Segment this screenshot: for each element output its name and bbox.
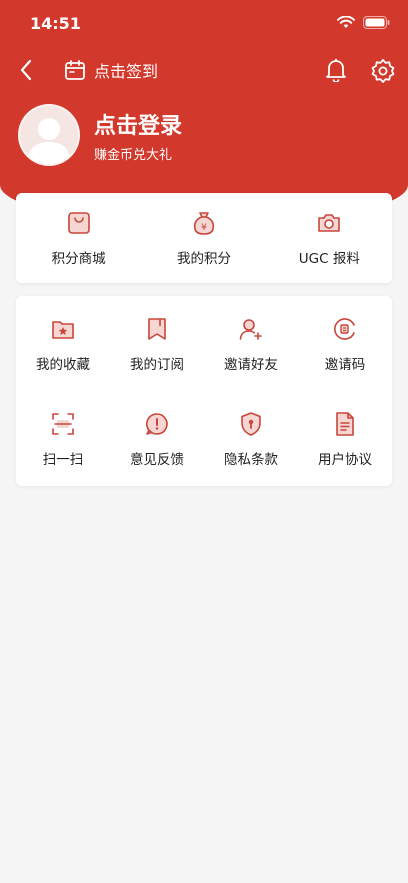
menu-item-label: UGC 报料 <box>298 251 360 267</box>
battery-icon <box>363 16 390 29</box>
menu-item-label: 我的收藏 <box>36 356 90 373</box>
menu-item-feedback[interactable]: 意见反馈 <box>110 391 204 486</box>
menu-item-label: 隐私条款 <box>224 451 278 468</box>
menu-item-label: 意见反馈 <box>130 451 184 468</box>
checkin-label: 点击签到 <box>94 62 159 81</box>
login-title[interactable]: 点击登录 <box>94 108 182 140</box>
invite-code-icon <box>331 315 359 343</box>
menu-item-my-points[interactable]: ¥ 我的积分 <box>141 193 266 283</box>
notifications-button[interactable] <box>322 56 350 84</box>
checkin-button[interactable]: 点击签到 <box>64 58 158 82</box>
tools-card: 我的收藏 我的订阅 邀请好友 邀请码 扫一扫 意见反馈 隐私条款 用户协议 <box>16 296 392 486</box>
status-bar: 14:51 <box>0 0 408 50</box>
favorites-folder-icon <box>49 315 77 343</box>
money-bag-icon: ¥ <box>190 209 218 237</box>
menu-item-my-subscriptions[interactable]: 我的订阅 <box>110 296 204 391</box>
calendar-icon <box>64 59 86 81</box>
bookmark-icon <box>143 315 171 343</box>
feedback-icon <box>143 410 171 438</box>
menu-item-privacy-policy[interactable]: 隐私条款 <box>204 391 298 486</box>
menu-item-label: 用户协议 <box>318 451 372 468</box>
menu-item-invite-code[interactable]: 邀请码 <box>298 296 392 391</box>
menu-item-label: 我的积分 <box>176 251 231 267</box>
camera-icon <box>315 209 343 237</box>
back-button[interactable] <box>12 56 40 84</box>
menu-item-points-mall[interactable]: 积分商城 <box>16 193 141 283</box>
document-icon <box>331 410 359 438</box>
menu-item-label: 邀请好友 <box>224 356 278 373</box>
privacy-shield-icon <box>237 410 265 438</box>
menu-item-label: 扫一扫 <box>42 451 84 468</box>
wifi-icon <box>337 16 355 29</box>
svg-text:¥: ¥ <box>201 223 207 233</box>
avatar[interactable] <box>18 104 80 166</box>
bell-icon <box>325 58 347 82</box>
login-subtitle: 赚金币兑大礼 <box>94 148 173 163</box>
gear-icon <box>370 58 396 84</box>
menu-item-label: 积分商城 <box>51 251 106 267</box>
nav-bar: 点击签到 <box>0 52 408 88</box>
menu-item-user-agreement[interactable]: 用户协议 <box>298 391 392 486</box>
menu-item-my-favorites[interactable]: 我的收藏 <box>16 296 110 391</box>
menu-item-scan[interactable]: 扫一扫 <box>16 391 110 486</box>
chevron-left-icon <box>19 59 33 81</box>
status-time: 14:51 <box>30 14 81 33</box>
menu-item-label: 邀请码 <box>324 356 366 373</box>
status-icons <box>337 16 390 29</box>
add-friend-icon <box>237 315 265 343</box>
points-card: 积分商城 ¥ 我的积分 UGC 报料 <box>16 193 392 283</box>
menu-item-label: 我的订阅 <box>130 356 184 373</box>
scan-icon <box>49 410 77 438</box>
shopping-bag-icon <box>65 209 93 237</box>
menu-item-invite-friends[interactable]: 邀请好友 <box>204 296 298 391</box>
settings-button[interactable] <box>368 56 398 86</box>
menu-item-ugc-report[interactable]: UGC 报料 <box>267 193 392 283</box>
